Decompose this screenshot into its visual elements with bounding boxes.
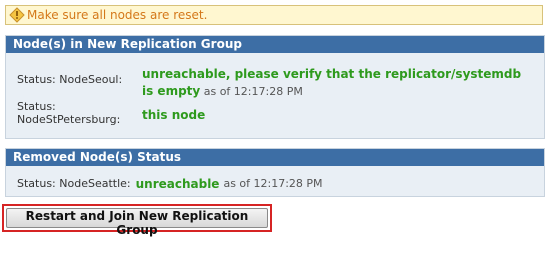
node-status-time: as of 12:17:28 PM [203,85,303,98]
warning-banner: Make sure all nodes are reset. [5,5,543,25]
new-replication-group-panel: Node(s) in New Replication Group Status:… [5,35,545,139]
node-status-label: Status: NodeSeoul: [17,73,123,86]
node-status-row: Status: NodeSeoul: unreachable, please v… [17,66,536,100]
node-status-text: this node [142,108,206,122]
node-status-value: this node [142,100,205,126]
node-status-row: Status: NodeSeattle: unreachable as of 1… [17,177,536,191]
node-status-value: unreachable, please verify that the repl… [142,66,522,100]
removed-nodes-title: Removed Node(s) Status [6,149,544,166]
node-status-text: unreachable [135,177,220,191]
highlight-frame: Restart and Join New Replication Group [2,204,272,237]
new-replication-group-title: Node(s) in New Replication Group [6,36,544,53]
warning-text: Make sure all nodes are reset. [27,8,208,22]
node-status-time: as of 12:17:28 PM [223,177,323,190]
node-status-row: Status: NodeStPetersburg: this node [17,100,536,126]
restart-and-join-button[interactable]: Restart and Join New Replication Group [6,208,268,237]
warning-diamond-icon [9,7,25,23]
node-status-label: Status: NodeStPetersburg: [17,100,121,126]
node-status-text: unreachable, please verify that the repl… [142,67,522,98]
removed-nodes-panel: Removed Node(s) Status Status: NodeSeatt… [5,148,545,197]
node-status-label: Status: NodeSeattle: [17,177,131,190]
